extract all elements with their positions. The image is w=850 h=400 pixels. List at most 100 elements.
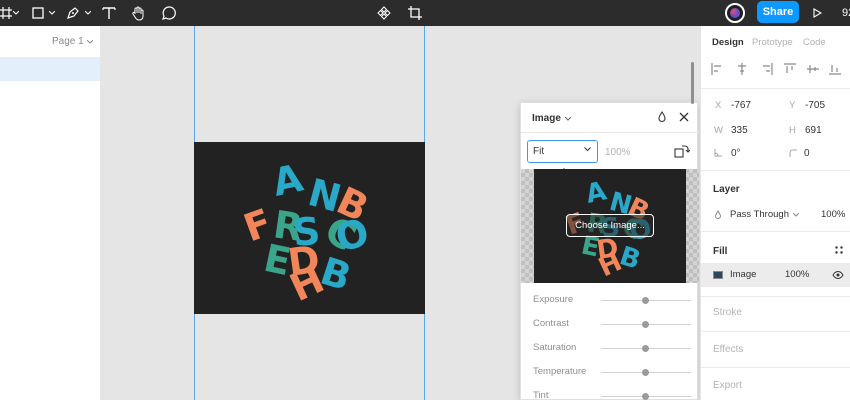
crop-icon[interactable] [406, 0, 424, 26]
corner-radius-input[interactable]: 0 [804, 148, 810, 159]
layer-opacity-input[interactable]: 100% [821, 209, 845, 220]
alignment-toolbar [711, 63, 850, 77]
adjustment-label: Temperature [533, 366, 587, 377]
text-tool-icon[interactable] [100, 0, 118, 26]
component-icon[interactable] [375, 0, 393, 26]
adjustment-label: Saturation [533, 342, 577, 353]
shape-tool-icon[interactable] [30, 0, 46, 26]
effects-section-title[interactable]: Effects [713, 344, 743, 355]
divider [701, 231, 850, 232]
fill-item-row[interactable]: Image 100% [701, 263, 850, 287]
align-left-icon[interactable] [711, 63, 723, 75]
eye-icon[interactable] [832, 271, 844, 279]
adjustment-label: Exposure [533, 294, 574, 305]
adjustment-label: Contrast [533, 318, 569, 329]
scale-mode-select[interactable]: Fit [527, 140, 598, 163]
slider-handle[interactable] [642, 321, 649, 328]
page-selector[interactable]: Page 1 [52, 36, 93, 47]
top-toolbar: Share 92 [0, 0, 850, 26]
selected-layer-row[interactable] [0, 57, 100, 81]
pen-tool-icon[interactable] [64, 0, 82, 26]
fill-section-title: Fill [713, 246, 728, 257]
frame-tool-icon[interactable] [0, 0, 12, 26]
properties-panel: Design Prototype Code X -767 Y -705 W 33… [700, 26, 850, 400]
divider [701, 331, 850, 332]
close-icon[interactable] [679, 112, 689, 125]
image-preview-area: A N B F R S C O E D B H Choose Image... [521, 169, 699, 283]
styles-grid-icon[interactable] [835, 246, 843, 254]
contrast-slider[interactable] [601, 321, 691, 328]
tab-code[interactable]: Code [803, 37, 826, 48]
chevron-down-icon [584, 147, 591, 152]
chevron-down-icon [792, 212, 799, 217]
scale-mode-value: Fit [533, 146, 545, 157]
y-label: Y [789, 100, 796, 111]
blend-mode-value: Pass Through [730, 209, 789, 220]
align-horizontal-center-icon[interactable] [736, 63, 748, 75]
chevron-down-icon [86, 39, 93, 44]
y-input[interactable]: -705 [805, 100, 825, 111]
page-label: Page 1 [52, 36, 84, 47]
align-top-icon[interactable] [784, 63, 796, 75]
temperature-slider[interactable] [601, 369, 691, 376]
align-vertical-center-icon[interactable] [807, 63, 819, 75]
align-right-icon[interactable] [761, 63, 773, 75]
divider [701, 296, 850, 297]
divider [701, 367, 850, 368]
svg-text:A: A [583, 176, 609, 210]
adjustment-exposure: Exposure [533, 294, 691, 308]
slider-handle[interactable] [642, 369, 649, 376]
corner-radius-icon [789, 149, 797, 157]
height-input[interactable]: 691 [805, 125, 822, 136]
layers-panel: Page 1 [0, 26, 101, 400]
letters-artwork: A N B F R S C O E D B H [238, 156, 375, 311]
chevron-down-icon[interactable] [48, 8, 56, 18]
choose-image-button[interactable]: Choose Image... [566, 214, 654, 237]
chevron-down-icon [564, 116, 571, 121]
image-opacity[interactable]: 100% [605, 147, 631, 158]
adjustment-label: Tint [533, 390, 549, 400]
tint-slider[interactable] [601, 393, 691, 400]
adjustment-tint: Tint [533, 390, 691, 400]
slider-handle[interactable] [642, 345, 649, 352]
blend-mode-icon [714, 210, 722, 219]
share-button[interactable]: Share [757, 1, 799, 23]
popup-title[interactable]: Image [532, 113, 571, 124]
rotate-icon[interactable] [674, 144, 691, 161]
canvas-scrollbar[interactable] [691, 62, 694, 104]
rotation-input[interactable]: 0° [731, 148, 741, 159]
tab-prototype[interactable]: Prototype [752, 37, 793, 48]
canvas-image[interactable]: A N B F R S C O E D B H [194, 142, 425, 314]
zoom-level[interactable]: 92 [842, 0, 850, 26]
divider [701, 170, 850, 171]
tab-design[interactable]: Design [712, 37, 744, 48]
saturation-slider[interactable] [601, 345, 691, 352]
image-fill-popup: Image Fit 100% A N B F R S [520, 102, 699, 400]
fill-type[interactable]: Image [730, 269, 756, 280]
adjustment-saturation: Saturation [533, 342, 691, 356]
x-label: X [715, 100, 722, 111]
popup-title-text: Image [532, 113, 561, 124]
rotation-icon [714, 149, 722, 157]
comment-tool-icon[interactable] [160, 0, 178, 26]
exposure-slider[interactable] [601, 297, 691, 304]
slider-handle[interactable] [642, 297, 649, 304]
align-bottom-icon[interactable] [829, 63, 841, 75]
h-label: H [789, 125, 796, 136]
width-input[interactable]: 335 [731, 125, 748, 136]
blend-mode-select[interactable]: Pass Through [730, 209, 799, 220]
image-fill-swatch[interactable] [713, 271, 723, 279]
droplet-icon[interactable] [657, 111, 667, 126]
hand-tool-icon[interactable] [130, 0, 148, 26]
x-input[interactable]: -767 [731, 100, 751, 111]
divider [701, 88, 850, 89]
chevron-down-icon[interactable] [12, 8, 20, 18]
user-avatar[interactable] [725, 3, 745, 23]
fill-opacity-input[interactable]: 100% [785, 269, 809, 280]
slider-handle[interactable] [642, 393, 649, 400]
chevron-down-icon[interactable] [84, 8, 92, 18]
present-play-icon[interactable] [812, 0, 822, 26]
stroke-section-title[interactable]: Stroke [713, 307, 742, 318]
export-section-title[interactable]: Export [713, 380, 742, 391]
svg-text:A: A [269, 156, 307, 205]
